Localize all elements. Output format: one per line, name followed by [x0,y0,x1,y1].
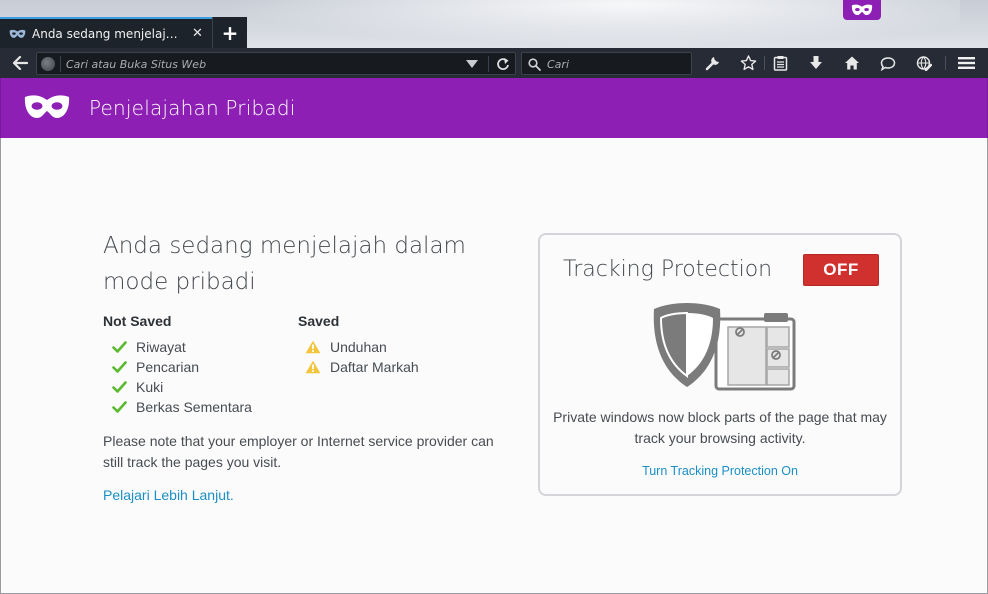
url-divider-2 [488,56,489,72]
page-title: Penjelajahan Pribadi [89,96,296,120]
open-menu-button[interactable] [956,54,976,72]
saved-heading: Saved [298,313,340,329]
tracking-note: Please note that your employer or Intern… [103,433,494,470]
saved-list: Unduhan Daftar Markah [305,337,419,377]
not-saved-list: Riwayat Pencarian Kuki Berkas Sementara [111,337,252,417]
list-item-label: Unduhan [330,339,387,355]
hamburger-menu-icon [957,57,975,69]
private-mask-icon [851,4,873,16]
navigation-toolbar [0,48,988,78]
private-browsing-content: Anda sedang menjelajah dalam mode pribad… [0,138,988,594]
learn-more-link[interactable]: Pelajari Lebih Lanjut. [103,487,234,503]
tracking-protection-toggle[interactable]: OFF [803,254,879,286]
list-item-label: Daftar Markah [330,359,419,375]
list-item: Riwayat [111,337,252,357]
tracking-protection-description: Private windows now block parts of the p… [553,409,887,446]
private-browsing-indicator [843,0,881,20]
not-saved-heading: Not Saved [103,313,172,329]
url-history-dropdown-icon[interactable] [465,58,479,70]
tab-title: Anda sedang menjelajah d... [32,26,184,41]
developer-tools-button[interactable] [703,54,723,72]
turn-tracking-protection-on-link[interactable]: Turn Tracking Protection On [540,464,900,478]
url-bar[interactable] [36,52,516,75]
warning-icon [305,340,321,354]
private-tab-favicon-icon [9,28,26,40]
check-icon [111,400,127,414]
download-arrow-icon [810,56,822,69]
list-item-label: Pencarian [136,359,200,375]
web-developer-button[interactable] [914,54,934,72]
downloads-button[interactable] [806,54,826,72]
list-item-label: Kuki [136,379,164,395]
tracking-protection-card: Tracking Protection OFF Private windows … [538,233,902,496]
home-button[interactable] [842,54,862,72]
main-heading: Anda sedang menjelajah dalam mode pribad… [103,233,466,295]
hello-chat-button[interactable] [878,54,898,72]
reload-icon[interactable] [492,56,514,72]
search-icon[interactable] [528,58,541,71]
list-item-label: Riwayat [136,339,186,355]
site-identity-icon[interactable] [41,57,55,71]
search-input[interactable] [547,57,687,71]
url-divider [60,56,61,72]
check-icon [111,380,127,394]
window-titlebar: Anda sedang menjelajah d... ✕ + [0,0,988,48]
shield-webpage-illustration-icon [653,303,796,391]
list-item: Unduhan [305,337,419,357]
bookmarks-menu-button[interactable] [770,54,790,72]
list-item-label: Berkas Sementara [136,399,252,415]
list-item: Pencarian [111,357,252,377]
search-bar[interactable] [521,52,692,75]
private-browsing-header: Penjelajahan Pribadi [0,78,988,138]
url-input[interactable] [66,57,456,71]
list-item: Daftar Markah [305,357,419,377]
back-button[interactable] [8,52,32,74]
list-item: Kuki [111,377,252,397]
clipboard-icon [773,56,787,71]
list-item: Berkas Sementara [111,397,252,417]
tab-private-browsing[interactable]: Anda sedang menjelajah d... ✕ [0,17,212,48]
private-mask-icon [24,95,70,118]
toolbar-separator-2 [945,56,946,70]
new-tab-button[interactable]: + [212,17,247,48]
tab-close-icon[interactable]: ✕ [192,26,203,41]
star-icon [740,55,756,71]
chat-bubble-icon [880,56,896,71]
globe-wrench-icon [916,56,932,71]
bookmark-star-button[interactable] [738,54,758,72]
warning-icon [305,360,321,374]
check-icon [111,340,127,354]
check-icon [111,360,127,374]
toolbar-separator [764,56,765,70]
back-arrow-icon [12,56,28,70]
tracking-protection-title: Tracking Protection [563,257,773,282]
home-icon [845,56,859,70]
wrench-icon [705,57,719,71]
